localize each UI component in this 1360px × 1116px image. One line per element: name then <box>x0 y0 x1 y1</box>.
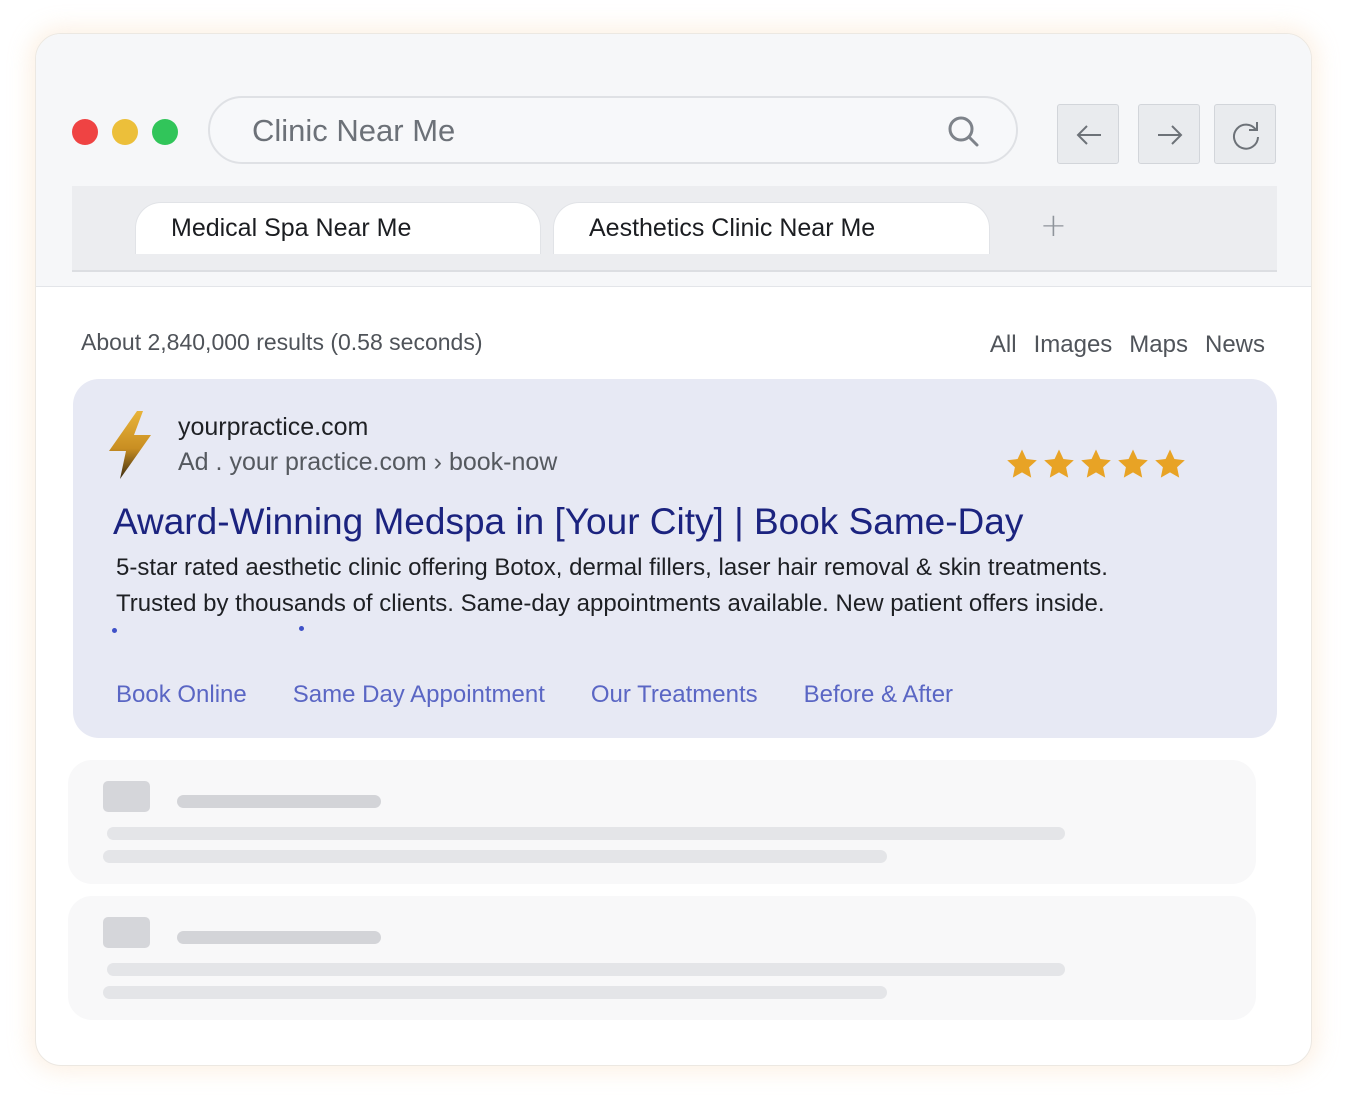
placeholder-text-line <box>103 986 887 999</box>
search-filters: All Images Maps News <box>990 331 1265 359</box>
arrow-right-icon <box>1158 125 1183 145</box>
ad-description: 5-star rated aesthetic clinic offering B… <box>116 554 1108 617</box>
sitelink-before-after[interactable]: Before & After <box>804 681 953 709</box>
sitelink-book-online[interactable]: Book Online <box>116 681 247 709</box>
placeholder-title-line <box>177 931 381 944</box>
tab-aesthetics-clinic[interactable]: Aesthetics Clinic Near Me <box>553 202 990 254</box>
ad-label: Ad . <box>178 448 223 476</box>
filter-news[interactable]: News <box>1205 331 1265 359</box>
star-icon <box>1007 449 1037 478</box>
filter-maps[interactable]: Maps <box>1129 331 1188 359</box>
results-count: About 2,840,000 results (0.58 seconds) <box>81 329 483 355</box>
text-cursor-marker <box>299 626 304 631</box>
rating-stars <box>1006 448 1186 480</box>
sitelink-same-day-appointment[interactable]: Same Day Appointment <box>293 681 545 709</box>
placeholder-text-line <box>103 850 887 863</box>
filter-images[interactable]: Images <box>1034 331 1113 359</box>
arrow-left-icon <box>1076 125 1101 145</box>
lightning-bolt-icon <box>109 411 151 479</box>
tab-label: Medical Spa Near Me <box>171 214 412 242</box>
sitelink-our-treatments[interactable]: Our Treatments <box>591 681 758 709</box>
browser-window: Clinic Near Me Medical Spa Near Me Aesth… <box>35 33 1312 1066</box>
sponsored-ad-result: yourpractice.com Ad . your practice.com … <box>73 379 1277 738</box>
browser-chrome: Clinic Near Me Medical Spa Near Me Aesth… <box>36 34 1311 287</box>
forward-button[interactable] <box>1138 104 1200 164</box>
star-icon <box>1155 449 1185 478</box>
placeholder-result <box>68 760 1256 884</box>
placeholder-thumbnail <box>103 917 150 948</box>
maximize-window-dot[interactable] <box>152 119 178 145</box>
placeholder-text-line <box>107 963 1065 976</box>
close-window-dot[interactable] <box>72 119 98 145</box>
minimize-window-dot[interactable] <box>112 119 138 145</box>
ad-headline-link[interactable]: Award-Winning Medspa in [Your City] | Bo… <box>113 501 1023 543</box>
placeholder-title-line <box>177 795 381 808</box>
star-icon <box>1044 449 1074 478</box>
search-icon[interactable] <box>946 114 980 148</box>
tab-strip: Medical Spa Near Me Aesthetics Clinic Ne… <box>72 186 1277 272</box>
search-input[interactable]: Clinic Near Me <box>208 96 1018 164</box>
ad-url-line: Ad . your practice.com › book-now <box>178 448 557 477</box>
new-tab-button[interactable]: + <box>1040 206 1067 244</box>
tab-label: Aesthetics Clinic Near Me <box>589 214 876 242</box>
star-icon <box>1081 449 1111 478</box>
search-query-text: Clinic Near Me <box>252 113 456 148</box>
tab-medical-spa[interactable]: Medical Spa Near Me <box>135 202 541 254</box>
reload-icon <box>1233 122 1259 150</box>
star-icon <box>1118 449 1148 478</box>
back-button[interactable] <box>1057 104 1119 164</box>
ad-sitelinks: Book Online Same Day Appointment Our Tre… <box>116 681 953 709</box>
reload-button[interactable] <box>1214 104 1276 164</box>
filter-all[interactable]: All <box>990 331 1017 359</box>
text-cursor-marker <box>112 628 117 633</box>
ad-domain[interactable]: yourpractice.com <box>178 413 368 442</box>
placeholder-result <box>68 896 1256 1020</box>
placeholder-text-line <box>107 827 1065 840</box>
placeholder-thumbnail <box>103 781 150 812</box>
ad-breadcrumb: your practice.com › book-now <box>229 448 558 476</box>
